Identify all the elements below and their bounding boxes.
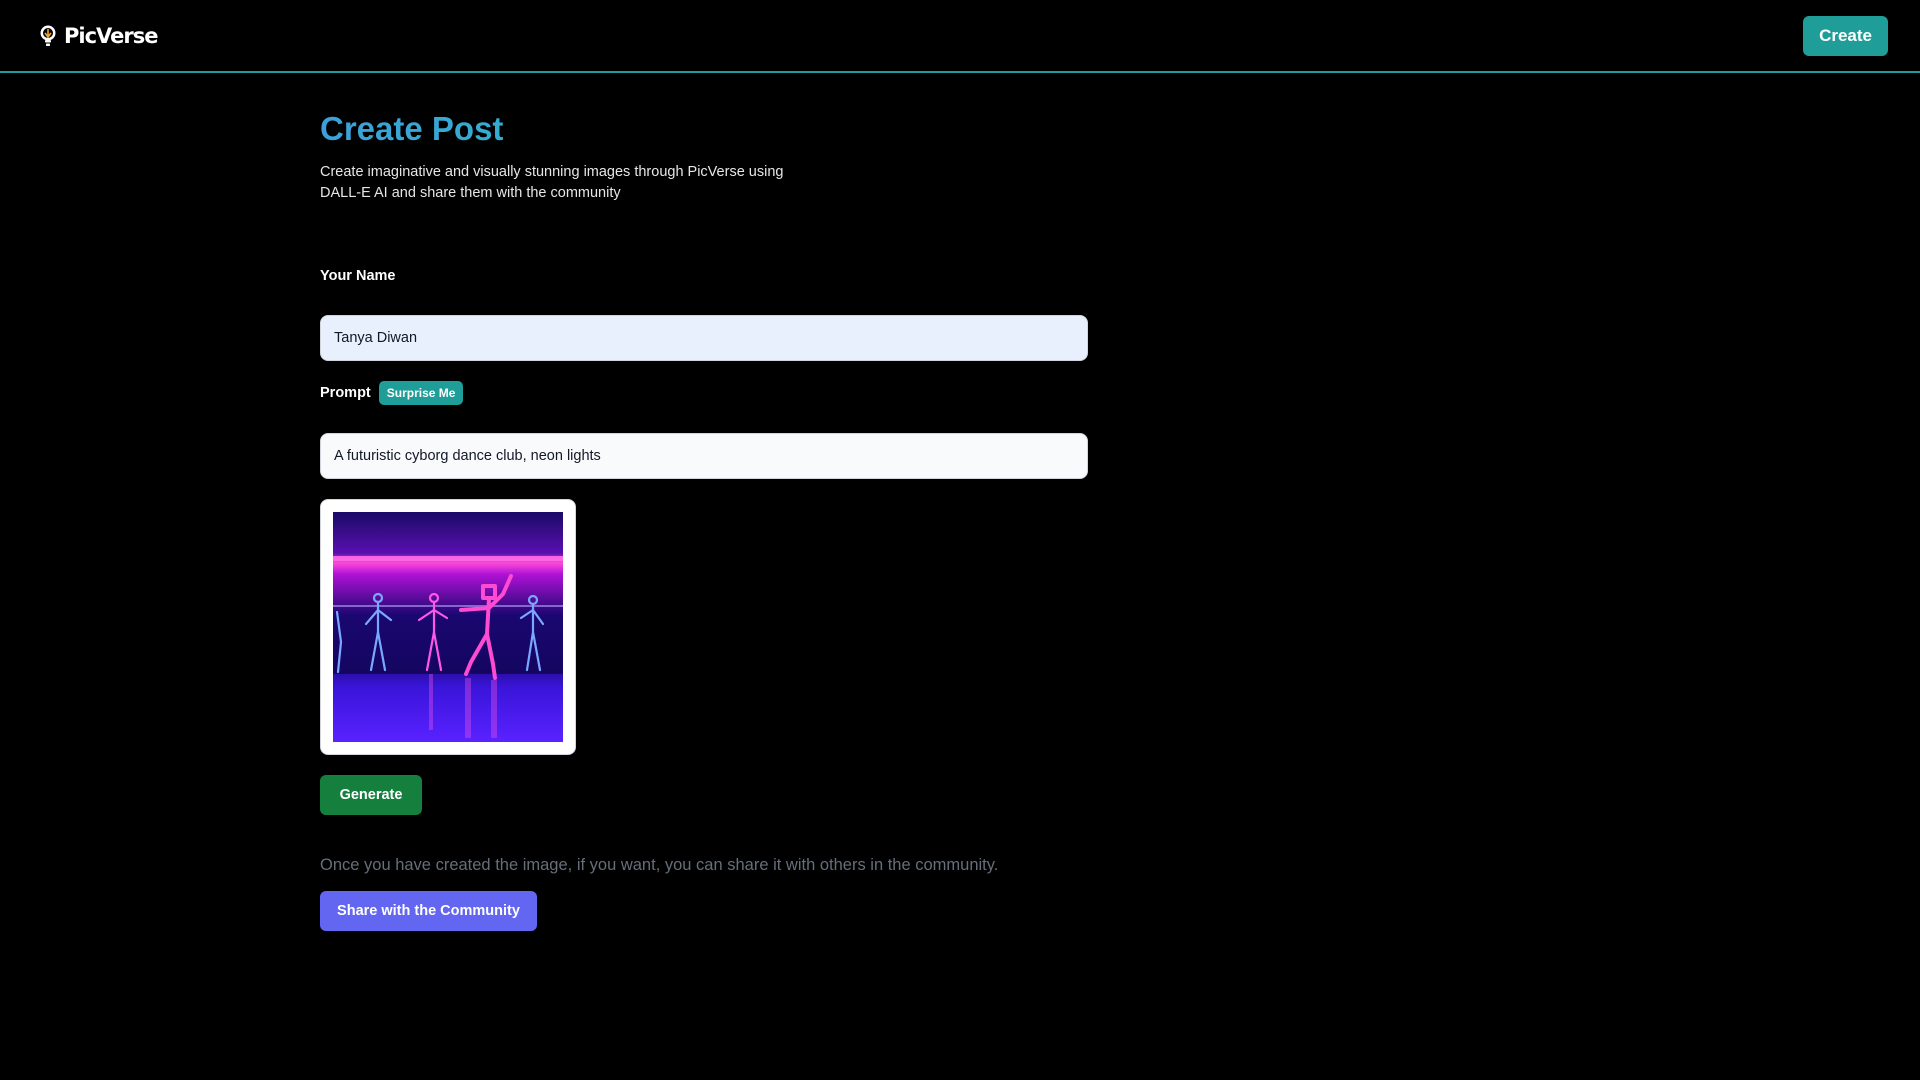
generate-button[interactable]: Generate: [320, 775, 422, 815]
top-navbar: PicVerse Create: [0, 0, 1920, 73]
page-title: Create Post: [320, 107, 1120, 151]
lightbulb-icon: [40, 25, 56, 46]
share-with-community-button[interactable]: Share with the Community: [320, 891, 537, 931]
prompt-label: Prompt: [320, 385, 371, 401]
page-subtitle: Create imaginative and visually stunning…: [320, 162, 810, 204]
share-note: Once you have created the image, if you …: [320, 856, 999, 874]
create-post-section: Create Post Create imaginative and visua…: [320, 107, 1120, 931]
page-title-word-2: Post: [431, 110, 504, 147]
logo[interactable]: PicVerse: [38, 23, 158, 48]
generated-image-preview: [320, 499, 576, 755]
prompt-label-row: Prompt Surprise Me: [320, 381, 464, 405]
logo-text: PicVerse: [64, 23, 158, 48]
generated-image: [333, 512, 563, 742]
prompt-input[interactable]: [320, 433, 1088, 479]
name-label: Your Name: [320, 268, 396, 284]
surprise-me-button[interactable]: Surprise Me: [378, 381, 464, 405]
name-input[interactable]: [320, 315, 1088, 361]
subtitle-line-2: DALL-E AI and share them with the commun…: [320, 185, 621, 201]
subtitle-line-1: Create imaginative and visually stunning…: [320, 164, 784, 180]
create-button[interactable]: Create: [1803, 15, 1888, 56]
page-title-word-1: Create: [320, 110, 423, 147]
